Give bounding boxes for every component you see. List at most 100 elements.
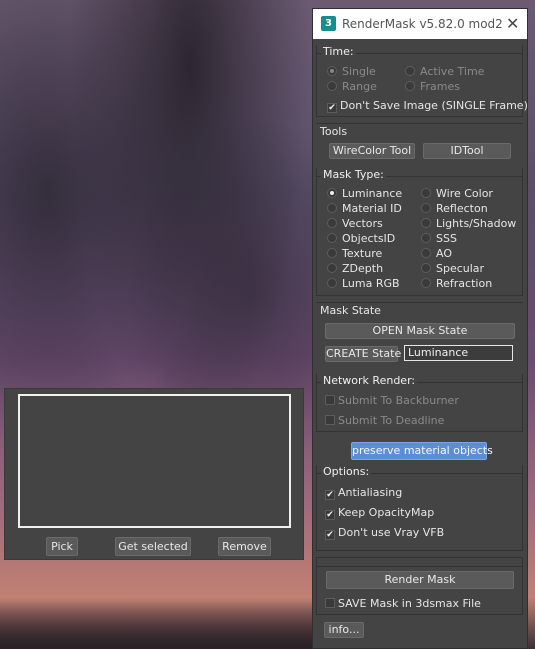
checkbox-icon [325, 415, 335, 425]
pick-button[interactable]: Pick [46, 537, 78, 556]
close-icon[interactable]: ✕ [506, 14, 519, 33]
checkbox-icon [325, 395, 335, 405]
app-icon: 3 [321, 16, 336, 31]
get-selected-button[interactable]: Get selected [115, 537, 191, 556]
open-mask-state-button[interactable]: OPEN Mask State [325, 323, 515, 339]
mask-type-radio-ao[interactable]: AO [421, 247, 452, 260]
mask-type-label: Lights/Shadow [436, 217, 517, 230]
single-label: Single [342, 65, 376, 78]
mask-type-radio-luminance[interactable]: Luminance [327, 187, 402, 200]
radio-icon [327, 218, 337, 228]
mask-type-radio-lights-shadow[interactable]: Lights/Shadow [421, 217, 516, 230]
wirecolor-tool-button[interactable]: WireColor Tool [329, 143, 415, 159]
mask-type-label: AO [436, 247, 452, 260]
mask-type-label: Vectors [342, 217, 383, 230]
radio-icon [327, 188, 337, 198]
single-radio[interactable]: Single [327, 65, 376, 78]
antialiasing-label: Antialiasing [338, 486, 403, 499]
radio-icon [327, 66, 337, 76]
mask-type-radio-zdepth[interactable]: ZDepth [327, 262, 383, 275]
radio-icon [421, 278, 431, 288]
preserve-material-objects-button[interactable]: preserve material objects [351, 442, 493, 460]
frames-radio[interactable]: Frames [405, 80, 460, 93]
frames-label: Frames [420, 80, 461, 93]
mask-type-label: Specular [436, 262, 485, 275]
backburner-label: Submit To Backburner [338, 394, 459, 407]
deadline-checkbox[interactable]: Submit To Deadline [325, 414, 444, 427]
mask-type-radio-refraction[interactable]: Refraction [421, 277, 492, 290]
render-group: Render Mask SAVE Mask in 3dsmax File [316, 557, 523, 615]
mask-type-label: Material ID [342, 202, 402, 215]
tools-title: Tools [320, 125, 348, 138]
mask-type-radio-specular[interactable]: Specular [421, 262, 484, 275]
mask-type-radio-texture[interactable]: Texture [327, 247, 382, 260]
radio-icon [421, 248, 431, 258]
checkmark-icon: ✔ [325, 510, 335, 520]
keep-opacity-checkbox[interactable]: ✔ Keep OpacityMap [325, 506, 434, 520]
mask-type-label: Luma RGB [342, 277, 400, 290]
divider [316, 302, 523, 303]
radio-icon [405, 81, 415, 91]
time-group-title: Time: [321, 45, 356, 58]
mask-type-label: Refraction [436, 277, 493, 290]
options-title: Options: [321, 465, 372, 478]
mask-type-title: Mask Type: [321, 168, 386, 181]
checkmark-icon: ✔ [325, 490, 335, 500]
mask-type-label: Luminance [342, 187, 403, 200]
radio-icon [421, 188, 431, 198]
no-vfb-checkbox[interactable]: ✔ Don't use Vray VFB [325, 526, 444, 540]
active-time-radio[interactable]: Active Time [405, 65, 484, 78]
mask-type-radio-vectors[interactable]: Vectors [327, 217, 383, 230]
mask-type-label: Texture [342, 247, 383, 260]
no-vfb-label: Don't use Vray VFB [338, 526, 445, 539]
pick-panel: Pick Get selected Remove [4, 388, 304, 560]
range-label: Range [342, 80, 377, 93]
radio-icon [327, 203, 337, 213]
info-button[interactable]: info... [324, 622, 364, 638]
radio-icon [327, 81, 337, 91]
save-mask-label: SAVE Mask in 3dsmax File [338, 597, 481, 610]
backburner-checkbox[interactable]: Submit To Backburner [325, 394, 459, 407]
radio-icon [421, 218, 431, 228]
id-tool-button[interactable]: IDTool [423, 143, 511, 159]
radio-icon [327, 248, 337, 258]
title-bar[interactable]: 3 RenderMask v5.82.0 mod2 ✕ [313, 9, 527, 39]
deadline-label: Submit To Deadline [338, 414, 445, 427]
state-name-input[interactable]: Luminance [404, 345, 513, 361]
rendermask-window: 3 RenderMask v5.82.0 mod2 ✕ Time: Single… [312, 8, 528, 649]
checkmark-icon: ✔ [327, 103, 337, 113]
remove-button[interactable]: Remove [218, 537, 271, 556]
mask-type-label: ObjectsID [342, 232, 396, 245]
mask-type-radio-luma-rgb[interactable]: Luma RGB [327, 277, 400, 290]
active-time-label: Active Time [420, 65, 485, 78]
mask-type-group: Mask Type: Luminance Material ID Vectors Ob… [316, 168, 523, 296]
time-group: Time: Single Active Time Range Frames ✔ D… [316, 45, 528, 117]
save-mask-checkbox[interactable]: SAVE Mask in 3dsmax File [325, 597, 481, 610]
dont-save-checkbox[interactable]: ✔ Don't Save Image (SINGLE Frame) [327, 99, 528, 113]
antialiasing-checkbox[interactable]: ✔ Antialiasing [325, 486, 402, 500]
mask-type-radio-reflecton[interactable]: Reflecton [421, 202, 488, 215]
window-title: RenderMask v5.82.0 mod2 [342, 17, 503, 31]
mask-type-label: Reflecton [436, 202, 488, 215]
mask-type-label: ZDepth [342, 262, 384, 275]
radio-icon [327, 278, 337, 288]
options-group: Options: ✔ Antialiasing ✔ Keep OpacityMap … [316, 465, 523, 551]
desktop-background-ground [0, 600, 316, 649]
mask-state-title: Mask State [320, 304, 381, 317]
mask-type-radio-material-id[interactable]: Material ID [327, 202, 402, 215]
render-mask-button[interactable]: Render Mask [326, 571, 514, 589]
mask-type-radio-wire-color[interactable]: Wire Color [421, 187, 493, 200]
radio-icon [327, 233, 337, 243]
radio-icon [405, 66, 415, 76]
checkbox-icon [325, 598, 335, 608]
network-render-group: Network Render: Submit To Backburner Sub… [316, 374, 523, 432]
network-render-title: Network Render: [321, 374, 418, 387]
mask-type-label: SSS [436, 232, 457, 245]
keep-opacity-label: Keep OpacityMap [338, 506, 435, 519]
object-list[interactable] [18, 394, 291, 528]
create-state-button[interactable]: CREATE State [325, 346, 401, 362]
range-radio[interactable]: Range [327, 80, 377, 93]
mask-type-radio-sss[interactable]: SSS [421, 232, 457, 245]
radio-icon [421, 203, 431, 213]
mask-type-radio-objectsid[interactable]: ObjectsID [327, 232, 395, 245]
